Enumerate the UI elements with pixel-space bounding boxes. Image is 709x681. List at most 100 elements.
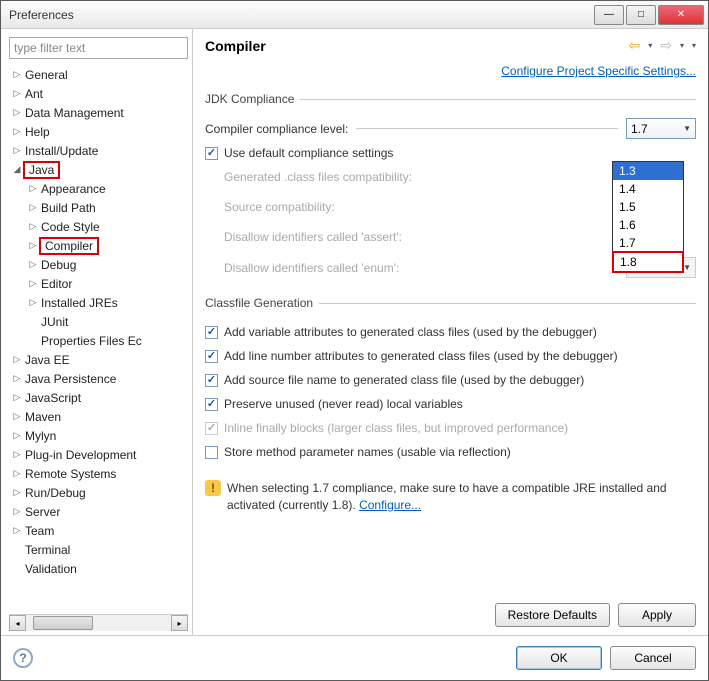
compliance-level-combo[interactable]: 1.7 ▼ <box>626 118 696 139</box>
jdk-compliance-legend: JDK Compliance <box>205 92 300 106</box>
expand-arrow-icon[interactable]: ▷ <box>11 487 23 498</box>
tree-item-install-update[interactable]: ▷Install/Update <box>9 141 188 160</box>
tree-item-server[interactable]: ▷Server <box>9 502 188 521</box>
dropdown-option-1-5[interactable]: 1.5 <box>613 198 683 216</box>
expand-arrow-icon[interactable]: ▷ <box>11 107 23 118</box>
tree-item-label: Help <box>23 125 50 139</box>
tree-item-java-ee[interactable]: ▷Java EE <box>9 350 188 369</box>
tree-item-validation[interactable]: Validation <box>9 559 188 578</box>
back-arrow-icon[interactable]: ⇦ <box>628 37 640 54</box>
tree-item-junit[interactable]: JUnit <box>9 312 188 331</box>
tree-item-plug-in-development[interactable]: ▷Plug-in Development <box>9 445 188 464</box>
view-menu-icon[interactable]: ▾ <box>692 41 696 50</box>
expand-arrow-icon[interactable]: ▷ <box>27 202 39 213</box>
tree-item-compiler[interactable]: ▷Compiler <box>9 236 188 255</box>
forward-arrow-icon[interactable]: ⇨ <box>660 37 672 54</box>
preserve-unused-checkbox[interactable] <box>205 398 218 411</box>
configure-link[interactable]: Configure... <box>359 498 421 512</box>
tree-item-run-debug[interactable]: ▷Run/Debug <box>9 483 188 502</box>
maximize-button[interactable]: □ <box>626 5 656 25</box>
src-file-checkbox[interactable] <box>205 374 218 387</box>
expand-arrow-icon[interactable]: ▷ <box>11 506 23 517</box>
tree-item-team[interactable]: ▷Team <box>9 521 188 540</box>
tree-item-general[interactable]: ▷General <box>9 65 188 84</box>
dropdown-option-1-6[interactable]: 1.6 <box>613 216 683 234</box>
back-menu-icon[interactable]: ▾ <box>648 41 652 50</box>
filter-input[interactable]: type filter text <box>9 37 188 59</box>
var-attr-checkbox[interactable] <box>205 326 218 339</box>
tree-item-properties-files-ec[interactable]: Properties Files Ec <box>9 331 188 350</box>
restore-defaults-button[interactable]: Restore Defaults <box>495 603 610 627</box>
dropdown-option-1-7[interactable]: 1.7 <box>613 234 683 252</box>
use-default-checkbox[interactable] <box>205 147 218 160</box>
close-button[interactable]: ✕ <box>658 5 704 25</box>
expand-arrow-icon[interactable]: ▷ <box>11 145 23 156</box>
dropdown-option-1-8[interactable]: 1.8 <box>612 251 684 273</box>
tree-item-javascript[interactable]: ▷JavaScript <box>9 388 188 407</box>
expand-arrow-icon[interactable]: ▷ <box>27 240 39 251</box>
tree-item-mylyn[interactable]: ▷Mylyn <box>9 426 188 445</box>
generated-compat-label: Generated .class files compatibility: <box>205 170 412 184</box>
tree-item-editor[interactable]: ▷Editor <box>9 274 188 293</box>
minimize-button[interactable]: — <box>594 5 624 25</box>
tree-item-label: Team <box>23 524 54 538</box>
ok-button[interactable]: OK <box>516 646 602 670</box>
compliance-dropdown-list[interactable]: 1.31.41.51.61.71.8 <box>612 161 684 273</box>
tree-item-terminal[interactable]: Terminal <box>9 540 188 559</box>
tree-item-java-persistence[interactable]: ▷Java Persistence <box>9 369 188 388</box>
project-settings-link[interactable]: Configure Project Specific Settings... <box>501 64 696 78</box>
line-attr-checkbox[interactable] <box>205 350 218 363</box>
tree-item-appearance[interactable]: ▷Appearance <box>9 179 188 198</box>
tree-item-data-management[interactable]: ▷Data Management <box>9 103 188 122</box>
scroll-thumb[interactable] <box>33 616 93 630</box>
expand-arrow-icon[interactable]: ▷ <box>27 259 39 270</box>
expand-arrow-icon[interactable]: ▷ <box>27 221 39 232</box>
expand-arrow-icon[interactable]: ▷ <box>11 468 23 479</box>
tree-item-code-style[interactable]: ▷Code Style <box>9 217 188 236</box>
tree-pane: type filter text ▷General▷Ant▷Data Manag… <box>1 29 193 635</box>
tree-item-java[interactable]: ◢Java <box>9 160 188 179</box>
tree-item-ant[interactable]: ▷Ant <box>9 84 188 103</box>
classfile-group: Classfile Generation Add variable attrib… <box>205 296 696 466</box>
expand-arrow-icon[interactable]: ▷ <box>11 69 23 80</box>
store-params-checkbox[interactable] <box>205 446 218 459</box>
expand-arrow-icon[interactable]: ▷ <box>27 297 39 308</box>
expand-arrow-icon[interactable]: ▷ <box>11 449 23 460</box>
chevron-down-icon: ▼ <box>683 263 691 272</box>
horizontal-scrollbar[interactable]: ◂ ▸ <box>9 614 188 631</box>
expand-arrow-icon[interactable]: ▷ <box>27 278 39 289</box>
expand-arrow-icon[interactable]: ▷ <box>11 411 23 422</box>
cancel-button[interactable]: Cancel <box>610 646 696 670</box>
expand-arrow-icon[interactable]: ▷ <box>11 354 23 365</box>
tree-item-help[interactable]: ▷Help <box>9 122 188 141</box>
divider <box>356 128 618 129</box>
expand-arrow-icon[interactable]: ▷ <box>11 430 23 441</box>
tree-item-debug[interactable]: ▷Debug <box>9 255 188 274</box>
scroll-left-icon[interactable]: ◂ <box>9 615 26 631</box>
apply-button[interactable]: Apply <box>618 603 696 627</box>
forward-menu-icon[interactable]: ▾ <box>680 41 684 50</box>
help-icon[interactable]: ? <box>13 648 33 668</box>
compliance-level-row: Compiler compliance level: 1.7 ▼ <box>205 118 696 139</box>
tree-item-label: JavaScript <box>23 391 81 405</box>
expand-arrow-icon[interactable]: ▷ <box>11 392 23 403</box>
tree-item-build-path[interactable]: ▷Build Path <box>9 198 188 217</box>
inline-finally-checkbox <box>205 422 218 435</box>
scroll-right-icon[interactable]: ▸ <box>171 615 188 631</box>
compliance-level-label: Compiler compliance level: <box>205 122 348 136</box>
expand-arrow-icon[interactable]: ▷ <box>11 88 23 99</box>
preference-tree[interactable]: ▷General▷Ant▷Data Management▷Help▷Instal… <box>9 65 188 614</box>
expand-arrow-icon[interactable]: ◢ <box>11 164 23 175</box>
expand-arrow-icon[interactable]: ▷ <box>11 126 23 137</box>
dropdown-option-1-4[interactable]: 1.4 <box>613 180 683 198</box>
dropdown-option-1-3[interactable]: 1.3 <box>613 162 683 180</box>
expand-arrow-icon[interactable]: ▷ <box>11 525 23 536</box>
tree-item-installed-jres[interactable]: ▷Installed JREs <box>9 293 188 312</box>
tree-item-label: Editor <box>39 277 72 291</box>
chevron-down-icon: ▼ <box>683 124 691 133</box>
project-settings-link-row: Configure Project Specific Settings... <box>205 64 696 78</box>
expand-arrow-icon[interactable]: ▷ <box>27 183 39 194</box>
expand-arrow-icon[interactable]: ▷ <box>11 373 23 384</box>
tree-item-maven[interactable]: ▷Maven <box>9 407 188 426</box>
tree-item-remote-systems[interactable]: ▷Remote Systems <box>9 464 188 483</box>
